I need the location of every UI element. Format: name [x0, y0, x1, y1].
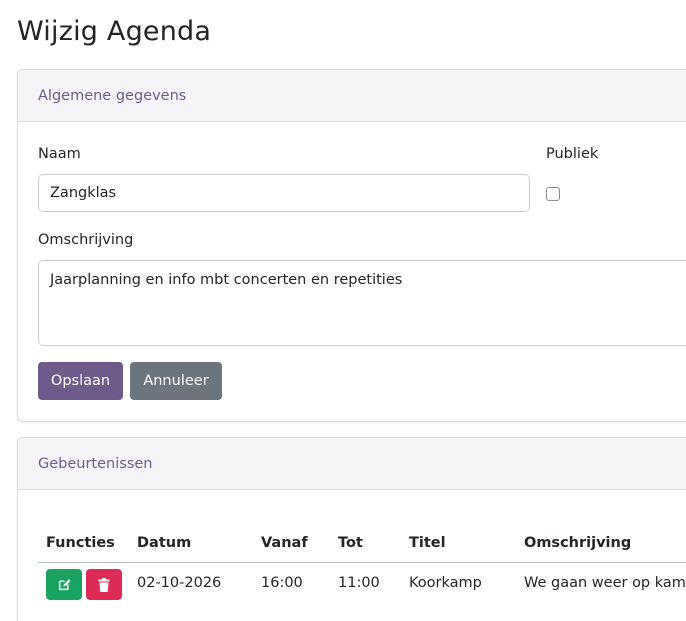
column-header-functies: Functies — [46, 535, 115, 551]
edit-button[interactable] — [46, 569, 82, 600]
cell-date: 02-10-2026 — [137, 575, 222, 591]
column-header-tot: Tot — [338, 535, 363, 551]
name-input[interactable]: Zangklas — [38, 174, 530, 212]
cancel-button[interactable]: Annuleer — [130, 362, 222, 400]
cell-title: Koorkamp — [409, 575, 482, 591]
table-header-divider — [38, 562, 686, 563]
column-header-omschrijving: Omschrijving — [524, 535, 632, 551]
events-card-header: Gebeurtenissen — [18, 438, 686, 490]
delete-button[interactable] — [86, 569, 122, 600]
cell-description: We gaan weer op kamp — [524, 575, 686, 591]
page: Wijzig Agenda Algemene gegevens Naam Zan… — [0, 0, 686, 621]
general-card-header: Algemene gegevens — [18, 70, 686, 122]
events-card: Gebeurtenissen Functies Datum Vanaf Tot … — [17, 437, 686, 621]
name-label: Naam — [38, 146, 81, 162]
general-card: Algemene gegevens Naam Zangklas Publiek … — [17, 69, 686, 422]
edit-icon — [58, 579, 71, 591]
description-label: Omschrijving — [38, 232, 134, 248]
save-button[interactable]: Opslaan — [38, 362, 123, 400]
public-checkbox[interactable] — [546, 187, 560, 201]
column-header-vanaf: Vanaf — [261, 535, 308, 551]
column-header-titel: Titel — [409, 535, 446, 551]
page-title: Wijzig Agenda — [17, 16, 212, 47]
description-textarea[interactable]: Jaarplanning en info mbt concerten en re… — [38, 260, 686, 346]
trash-icon — [98, 577, 110, 592]
column-header-datum: Datum — [137, 535, 192, 551]
cell-to: 11:00 — [338, 575, 380, 591]
cell-from: 16:00 — [261, 575, 303, 591]
public-label: Publiek — [546, 146, 599, 162]
